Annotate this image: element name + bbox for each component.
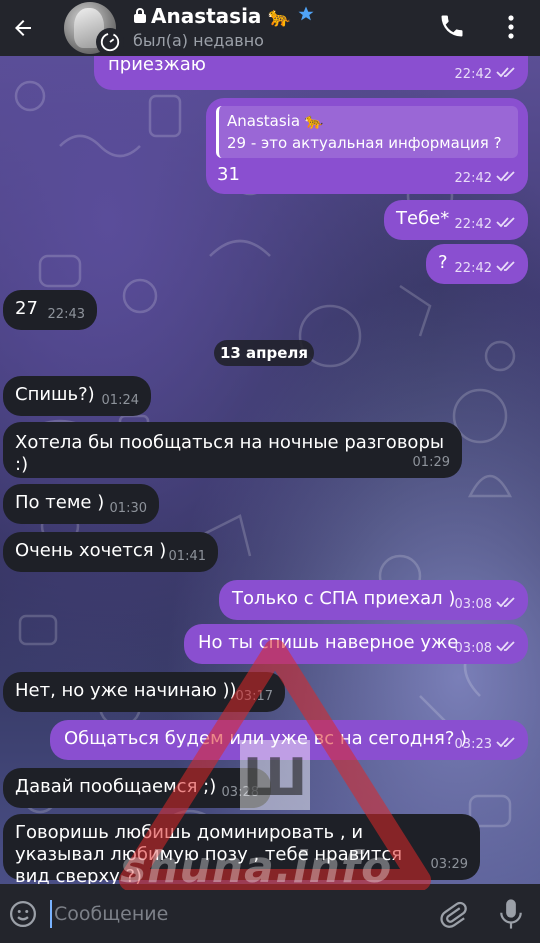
message-text: приезжаю <box>108 56 206 75</box>
chat-header: Anastasia 🐆 был(а) недавно <box>0 0 540 56</box>
reply-text: 29 - это актуальная информация ? <box>227 134 502 152</box>
message-text: Нет, но уже начинаю )) <box>15 680 237 701</box>
name-emoji: 🐆 <box>267 5 292 28</box>
message-time: 01:29 <box>412 455 450 470</box>
paperclip-icon <box>440 901 467 928</box>
message-bubble-outgoing[interactable]: Общаться будем или уже вс на сегодня? ) … <box>50 720 528 760</box>
double-check-icon <box>496 258 516 280</box>
message-text: По теме ) <box>15 492 105 513</box>
message-text: Тебе* <box>396 208 450 229</box>
message-bubble-outgoing[interactable]: Anastasia 🐆 29 - это актуальная информац… <box>206 98 528 194</box>
message-meta: 01:29 <box>413 452 450 474</box>
message-bubble-outgoing[interactable]: Только с СПА приехал ) 03:08 <box>219 580 528 620</box>
message-meta: 22:43 <box>48 304 85 326</box>
more-vertical-icon <box>508 15 514 39</box>
date-separator: 13 апреля <box>214 340 314 366</box>
double-check-icon <box>496 64 516 86</box>
message-bubble-incoming[interactable]: Давай пообщаемся ;) 03:28 <box>3 768 271 808</box>
contact-status: был(а) недавно <box>133 31 264 50</box>
message-time: 03:29 <box>430 857 468 872</box>
message-meta: 03:08 <box>455 594 516 616</box>
message-time: 03:23 <box>454 737 492 752</box>
chat-area[interactable]: приезжаю 22:42 Anastasia 🐆 29 - это акту… <box>0 56 540 884</box>
message-time: 03:08 <box>454 597 492 612</box>
message-bubble-outgoing[interactable]: ? 22:42 <box>426 244 528 284</box>
message-meta: 03:08 <box>455 638 516 660</box>
message-bubble-outgoing[interactable]: Но ты спишь наверное уже 03:08 <box>184 624 528 664</box>
message-meta: 01:24 <box>102 390 139 412</box>
message-meta: 03:23 <box>455 734 516 756</box>
message-text: Давай пообщаемся ;) <box>15 776 217 797</box>
message-text: Общаться будем или уже вс на сегодня? ) <box>64 728 468 749</box>
message-time: 01:30 <box>109 501 147 516</box>
message-time: 22:42 <box>454 261 492 276</box>
attach-button[interactable] <box>438 898 468 930</box>
timer-icon <box>96 28 124 56</box>
more-menu-button[interactable] <box>496 10 526 44</box>
message-time: 22:42 <box>454 67 492 82</box>
message-time: 22:42 <box>454 217 492 232</box>
message-time: 22:43 <box>47 307 85 322</box>
call-button[interactable] <box>438 12 468 42</box>
message-text: 31 <box>217 164 240 185</box>
double-check-icon <box>496 214 516 236</box>
message-meta: 01:30 <box>110 498 147 520</box>
smiley-icon <box>10 901 36 927</box>
message-bubble-incoming[interactable]: Хотела бы пообщаться на ночные разговоры… <box>3 422 462 478</box>
message-meta: 03:17 <box>236 686 273 708</box>
message-input[interactable] <box>50 900 420 928</box>
message-bubble-incoming[interactable]: 27 22:43 <box>3 290 97 330</box>
message-text: Только с СПА приехал ) <box>232 588 456 609</box>
chat-title-block[interactable]: Anastasia 🐆 был(а) недавно <box>133 3 315 50</box>
back-button[interactable] <box>0 0 46 56</box>
message-time: 03:28 <box>221 785 259 800</box>
double-check-icon <box>496 638 516 660</box>
microphone-icon <box>500 899 522 929</box>
message-bubble-outgoing[interactable]: приезжаю 22:42 <box>94 56 528 90</box>
message-bubble-incoming[interactable]: Нет, но уже начинаю )) 03:17 <box>3 672 285 712</box>
message-meta: 22:42 <box>455 64 516 86</box>
voice-record-button[interactable] <box>496 897 526 931</box>
watermark-text: shuna.info <box>120 842 393 893</box>
message-time: 01:41 <box>168 549 206 564</box>
reply-quote[interactable]: Anastasia 🐆 29 - это актуальная информац… <box>216 106 518 158</box>
message-text: ? <box>438 252 448 273</box>
message-bubble-incoming[interactable]: Очень хочется ) 01:41 <box>3 532 218 572</box>
star-icon <box>297 4 315 28</box>
message-meta: 03:28 <box>222 782 259 804</box>
message-bubble-outgoing[interactable]: Тебе* 22:42 <box>384 200 528 240</box>
arrow-left-icon <box>15 20 31 36</box>
message-text: 27 <box>15 298 38 319</box>
message-meta: 03:29 <box>431 854 468 876</box>
message-time: 03:17 <box>235 689 273 704</box>
reply-author: Anastasia 🐆 <box>227 112 324 130</box>
message-time: 01:24 <box>101 393 139 408</box>
lock-icon <box>133 4 147 28</box>
phone-icon <box>441 15 463 37</box>
message-meta: 22:42 <box>455 258 516 280</box>
message-time: 03:08 <box>454 641 492 656</box>
message-meta: 22:42 <box>455 214 516 236</box>
message-time: 22:42 <box>454 171 492 186</box>
emoji-button[interactable] <box>8 899 38 929</box>
contact-name: Anastasia <box>151 4 262 28</box>
double-check-icon <box>496 168 516 190</box>
message-text: Хотела бы пообщаться на ночные разговоры… <box>15 432 445 475</box>
double-check-icon <box>496 594 516 616</box>
message-bubble-incoming[interactable]: Спишь?) 01:24 <box>3 376 151 416</box>
message-text: Очень хочется ) <box>15 540 167 561</box>
message-text: Но ты спишь наверное уже <box>198 632 459 653</box>
double-check-icon <box>496 734 516 756</box>
message-meta: 01:41 <box>169 546 206 568</box>
message-bubble-incoming[interactable]: По теме ) 01:30 <box>3 484 159 524</box>
message-text: Спишь?) <box>15 384 95 405</box>
message-meta: 22:42 <box>455 168 516 190</box>
